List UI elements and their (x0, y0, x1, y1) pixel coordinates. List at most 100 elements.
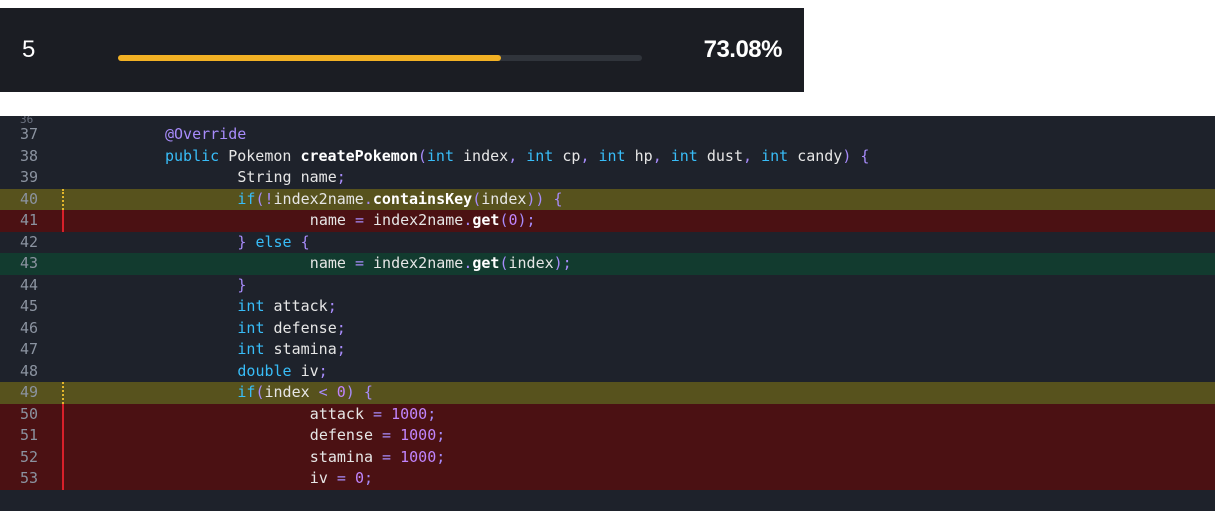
code-token: createPokemon (300, 146, 418, 165)
code-token: @Override (165, 125, 247, 143)
code-token: name (300, 168, 337, 186)
code-line-46: 46 int defense; (0, 318, 1215, 340)
code-token: ) { (345, 383, 373, 401)
code-line-51: 51 defense = 1000; (0, 425, 1215, 447)
code-token: Pokemon (228, 146, 301, 165)
code-token: ); (553, 254, 572, 272)
code-token: if (237, 189, 256, 208)
code-token: 1000 (391, 404, 428, 423)
code-token: public (165, 146, 229, 165)
code-token: iv (300, 361, 319, 380)
code-line-44: 44} (0, 275, 1215, 297)
code-token: name (309, 211, 355, 229)
line-number: 49 (0, 382, 64, 404)
code-line-40: 40 if(!index2name.containsKey(index)) { (0, 188, 1215, 211)
code-token: ; (327, 297, 337, 315)
code-line-stub: 36 (0, 116, 1215, 124)
code-token: index2name (373, 211, 464, 229)
line-number: 42 (20, 232, 39, 251)
code-text: if(!index2name.containsKey(index)) { (237, 189, 562, 211)
code-token: get (472, 254, 500, 272)
code-text: stamina = 1000; (310, 447, 445, 469)
code-token: ); (517, 211, 536, 229)
line-number: 44 (20, 275, 39, 294)
code-token: int (598, 146, 635, 165)
code-token: 0 (354, 469, 364, 487)
coverage-percentage: 73.08% (703, 36, 783, 63)
code-token: cp (562, 146, 581, 165)
code-token: candy (797, 146, 843, 165)
code-token: attack (309, 404, 374, 423)
code-token: , (652, 146, 671, 165)
rank-number: 5 (22, 36, 36, 63)
code-token: (! (255, 189, 274, 208)
code-token: 0 (336, 383, 346, 401)
code-token: index (264, 383, 319, 401)
code-token: int (426, 146, 464, 165)
code-token: stamina (309, 447, 383, 466)
code-token: index (481, 189, 527, 208)
code-text: } else { (237, 232, 309, 254)
code-token: ; (318, 361, 328, 380)
code-token: if (237, 383, 256, 401)
code-token: ( (472, 189, 482, 208)
code-text: int defense; (237, 318, 345, 340)
code-token: int (237, 340, 274, 358)
coverage-progress-bar (118, 55, 642, 61)
code-token: index (463, 146, 509, 165)
code-text: name = index2name.get(index); (310, 253, 572, 275)
code-token: ; (336, 318, 346, 337)
code-text: attack = 1000; (310, 404, 436, 426)
code-token: int (761, 146, 798, 165)
code-token: 0 (508, 211, 518, 229)
code-token: name (309, 254, 355, 272)
code-viewer: 36 37 @Override 38 public Pokemon createPok… (0, 116, 1215, 511)
code-text: @Override (165, 124, 246, 146)
line-number: 50 (0, 403, 64, 425)
coverage-header: 5 73.08% (0, 8, 804, 92)
code-token: get (472, 211, 500, 229)
code-token: 1000 (400, 426, 437, 444)
code-token: containsKey (372, 189, 473, 208)
code-token: = (382, 426, 401, 444)
code-token: hp (634, 146, 653, 165)
code-token: = (354, 254, 374, 272)
line-number: 52 (0, 446, 64, 468)
code-text: double iv; (237, 361, 327, 383)
code-line-53: 53 iv = 0; (0, 468, 1215, 490)
code-text: int attack; (237, 296, 336, 318)
code-token: dust (706, 146, 743, 165)
line-number: 40 (0, 188, 64, 210)
code-token: defense (273, 318, 337, 337)
code-token: ; (436, 426, 446, 444)
code-token: int (526, 146, 563, 165)
code-token: . (463, 211, 473, 229)
code-token: else (255, 232, 301, 251)
code-token: double (237, 361, 301, 380)
code-text: } (237, 275, 246, 297)
line-number: 48 (20, 361, 39, 380)
code-token: , (580, 146, 599, 165)
code-token: = (382, 447, 401, 466)
code-token: . (363, 189, 373, 208)
code-line-43: 43 name = index2name.get(index); (0, 253, 1215, 275)
code-token: } (237, 275, 247, 294)
code-token: int (670, 146, 707, 165)
code-token: index2name (273, 189, 364, 208)
code-text: if(index < 0) { (237, 382, 372, 404)
code-token: } (237, 232, 256, 251)
code-token: stamina (273, 340, 337, 358)
code-text: String name; (237, 167, 345, 189)
code-token: ) { (842, 146, 870, 165)
line-number: 53 (0, 468, 64, 490)
code-token: 1000 (400, 447, 437, 466)
code-line-49: 49 if(index < 0) { (0, 382, 1215, 404)
code-token: = (336, 469, 355, 487)
line-number: 39 (20, 168, 39, 186)
code-token: ; (336, 168, 346, 186)
line-number: 47 (20, 340, 39, 358)
code-token: , (743, 146, 762, 165)
code-line-45: 45 int attack; (0, 296, 1215, 318)
code-token: ; (363, 469, 374, 487)
code-token: ( (417, 146, 427, 165)
